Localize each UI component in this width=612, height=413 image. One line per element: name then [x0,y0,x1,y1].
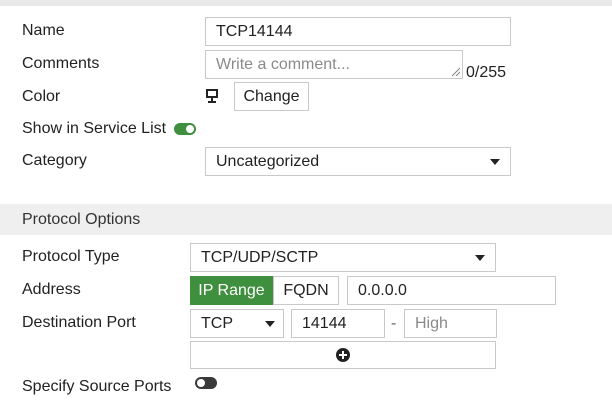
port-range-separator: - [391,315,397,332]
protocol-type-label: Protocol Type [22,248,120,265]
monitor-color-icon [205,88,219,104]
comments-label: Comments [22,55,100,72]
protocol-type-value: TCP/UDP/SCTP [201,248,319,266]
ip-range-toggle[interactable]: IP Range [190,276,273,305]
change-color-label: Change [243,87,300,105]
toggle-knob [197,379,205,387]
chevron-down-icon [265,321,275,327]
ip-range-label: IP Range [198,281,265,299]
port-high-placeholder: High [415,314,448,332]
name-value: TCP14144 [216,22,293,40]
fqdn-toggle[interactable]: FQDN [273,276,339,305]
show-in-list-label: Show in Service List [22,120,167,137]
toggle-knob [186,125,194,133]
destination-port-label: Destination Port [22,314,136,331]
port-protocol-value: TCP [201,314,233,332]
address-value: 0.0.0.0 [358,281,407,299]
color-label: Color [22,88,61,105]
port-low-value: 14144 [302,314,347,332]
comments-placeholder: Write a comment... [216,55,350,73]
category-value: Uncategorized [216,152,320,170]
chevron-down-icon [475,255,485,261]
comments-counter: 0/255 [466,64,507,81]
specify-source-ports-label: Specify Source Ports [22,378,172,395]
comments-textarea[interactable]: Write a comment... [205,50,463,79]
port-low-input[interactable]: 14144 [291,309,385,338]
name-input[interactable]: TCP14144 [205,17,511,46]
specify-source-ports-toggle[interactable] [195,377,217,389]
name-label: Name [22,22,65,39]
change-color-button[interactable]: Change [234,82,309,111]
address-input[interactable]: 0.0.0.0 [347,276,556,305]
top-divider [0,0,612,6]
plus-circle-icon [336,348,350,362]
chevron-down-icon [490,159,500,165]
resize-grip-icon[interactable] [452,68,460,76]
port-high-input[interactable]: High [404,309,497,338]
address-label: Address [22,281,81,298]
category-label: Category [22,152,87,169]
protocol-type-select[interactable]: TCP/UDP/SCTP [190,243,496,272]
section-title: Protocol Options [22,211,141,228]
fqdn-label: FQDN [283,281,329,299]
category-select[interactable]: Uncategorized [205,147,511,176]
add-port-range-button[interactable] [190,341,496,369]
show-in-list-toggle[interactable] [174,123,196,135]
port-protocol-select[interactable]: TCP [190,309,284,338]
